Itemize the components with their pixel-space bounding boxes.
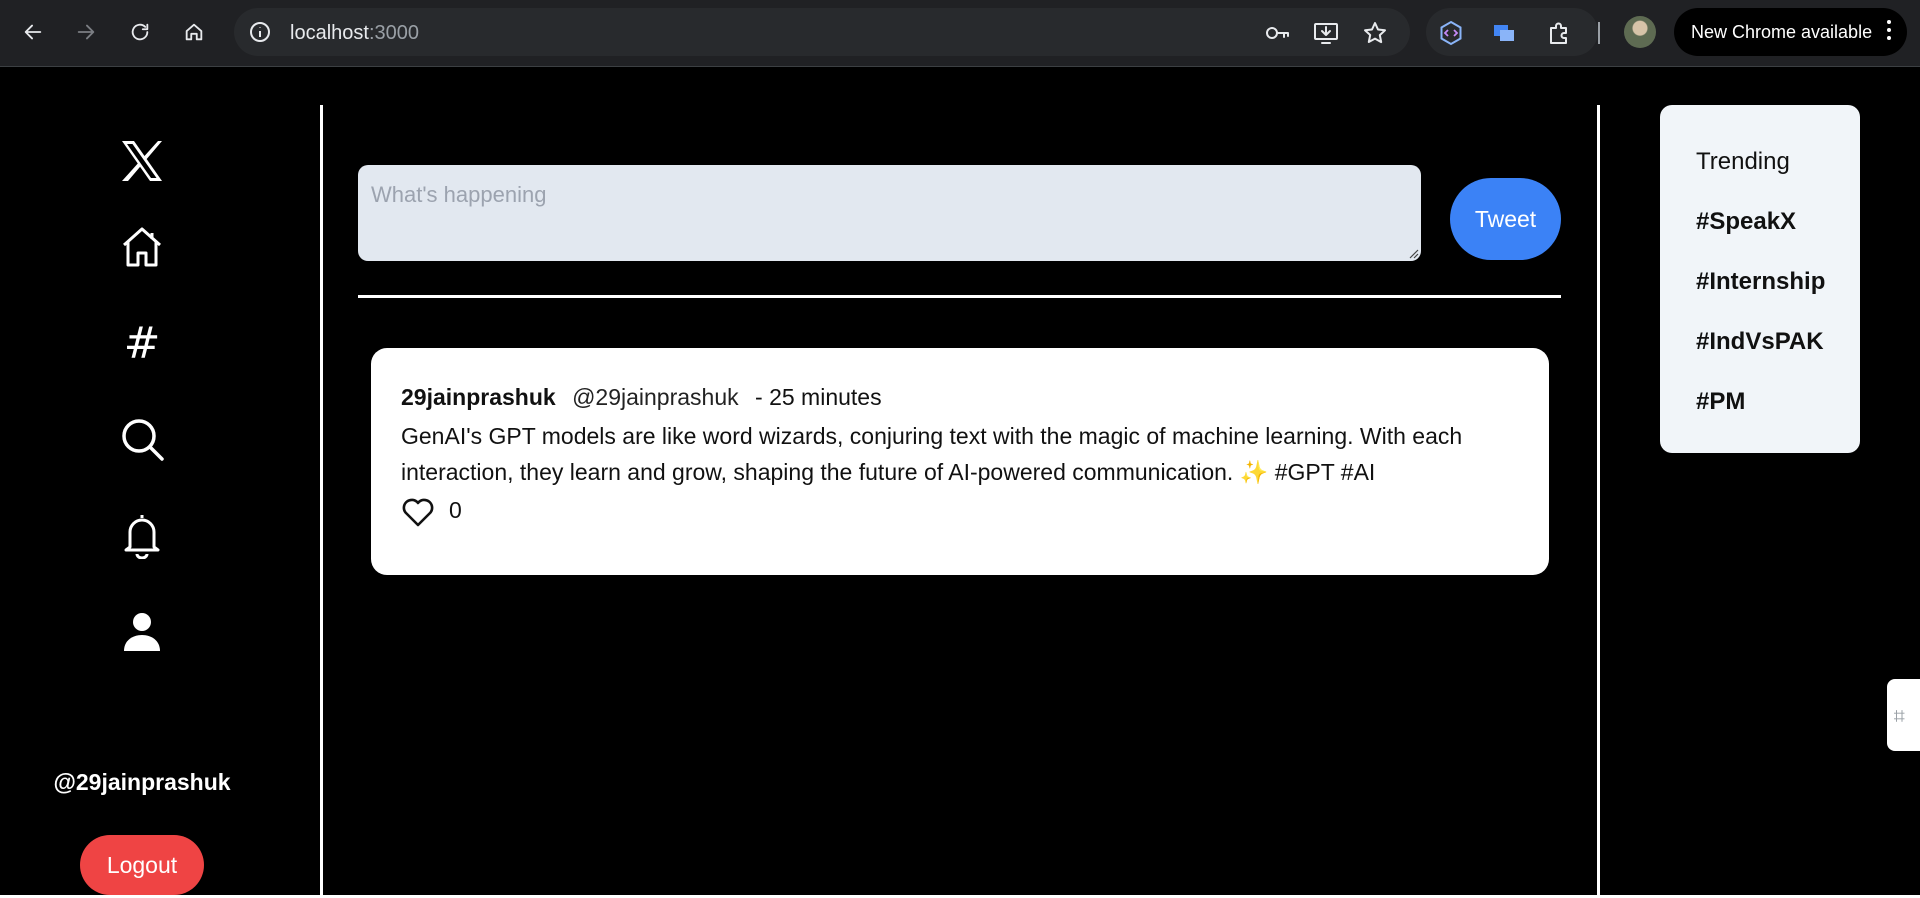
profile-avatar[interactable] [1624,16,1656,48]
extensions-menu-button[interactable] [1546,20,1572,46]
url-text[interactable]: localhost:3000 [290,22,419,45]
reload-icon [131,23,149,41]
install-app-button[interactable] [1313,20,1339,46]
feed-divider [358,295,1561,298]
extension-windows[interactable] [1491,20,1517,46]
tweet-author-name[interactable]: 29jainprashuk [401,384,556,410]
tweet-header: 29jainprashuk @29jainprashuk - 25 minute… [401,384,882,411]
app-page: # @29jainprashuk Logout Tweet 29jainpras… [0,67,1920,895]
puzzle-icon [1550,22,1567,44]
trending-item-indvspak[interactable]: #IndVsPAK [1696,328,1824,356]
browser-toolbar: localhost:3000 New Chrome available [0,0,1920,67]
search-icon[interactable] [118,415,166,463]
tweet-card: 29jainprashuk @29jainprashuk - 25 minute… [371,348,1549,575]
trending-item-internship[interactable]: #Internship [1696,268,1825,296]
reload-button[interactable] [122,14,158,50]
trending-title: Trending [1696,148,1790,175]
trending-panel: Trending #SpeakX #Internship #IndVsPAK #… [1660,105,1860,453]
tweet-time: - 25 minutes [755,384,882,410]
side-tab-icon: ⌗ [1887,709,1913,723]
left-column-divider [320,105,323,895]
more-vert-icon[interactable] [1887,20,1891,44]
tweet-input[interactable] [371,182,1408,244]
x-logo-icon[interactable] [118,137,166,185]
code-extension-icon [1440,20,1462,46]
toolbar-separator [1598,22,1600,44]
tweet-composer [358,165,1421,261]
install-icon [1314,23,1338,44]
back-button[interactable] [15,14,51,50]
house-icon [185,23,203,41]
user-icon[interactable] [118,607,166,655]
tweet-text: GenAI's GPT models are like word wizards… [401,423,1463,485]
new-chrome-button[interactable]: New Chrome available [1674,8,1907,56]
tweet-author-handle[interactable]: @29jainprashuk [572,384,739,410]
windows-extension-icon [1494,25,1514,41]
arrow-right-icon [77,24,95,40]
hashtag-icon[interactable]: # [118,317,166,369]
url-host: localhost [290,22,369,44]
bell-icon[interactable] [118,511,166,559]
trending-item-pm[interactable]: #PM [1696,388,1745,416]
like-button[interactable] [401,495,435,529]
address-bar[interactable]: localhost:3000 [234,8,1410,56]
like-count: 0 [449,497,462,523]
trending-item-speakx[interactable]: #SpeakX [1696,208,1796,236]
sidebar: # @29jainprashuk Logout [0,67,320,895]
home-icon[interactable] [118,223,166,271]
resize-handle-icon[interactable] [1407,247,1419,259]
extension-devtools[interactable] [1438,20,1464,46]
home-page-button[interactable] [176,14,212,50]
extensions-group [1426,8,1598,56]
logout-button[interactable]: Logout [80,835,204,895]
arrow-left-icon [24,24,42,40]
right-column-divider [1597,105,1600,895]
star-icon [1364,22,1386,44]
bookmark-button[interactable] [1362,20,1388,46]
tweet-button[interactable]: Tweet [1450,178,1561,260]
hashtag-glyph: # [123,317,161,369]
heart-icon [402,498,434,527]
current-username: @29jainprashuk [53,769,231,795]
password-key-button[interactable] [1264,20,1290,46]
floating-side-tab[interactable]: ⌗ [1887,679,1920,751]
key-icon [1266,27,1289,39]
new-chrome-label: New Chrome available [1691,22,1873,42]
forward-button[interactable] [68,14,104,50]
info-icon[interactable] [248,20,272,44]
url-port: :3000 [368,22,419,44]
